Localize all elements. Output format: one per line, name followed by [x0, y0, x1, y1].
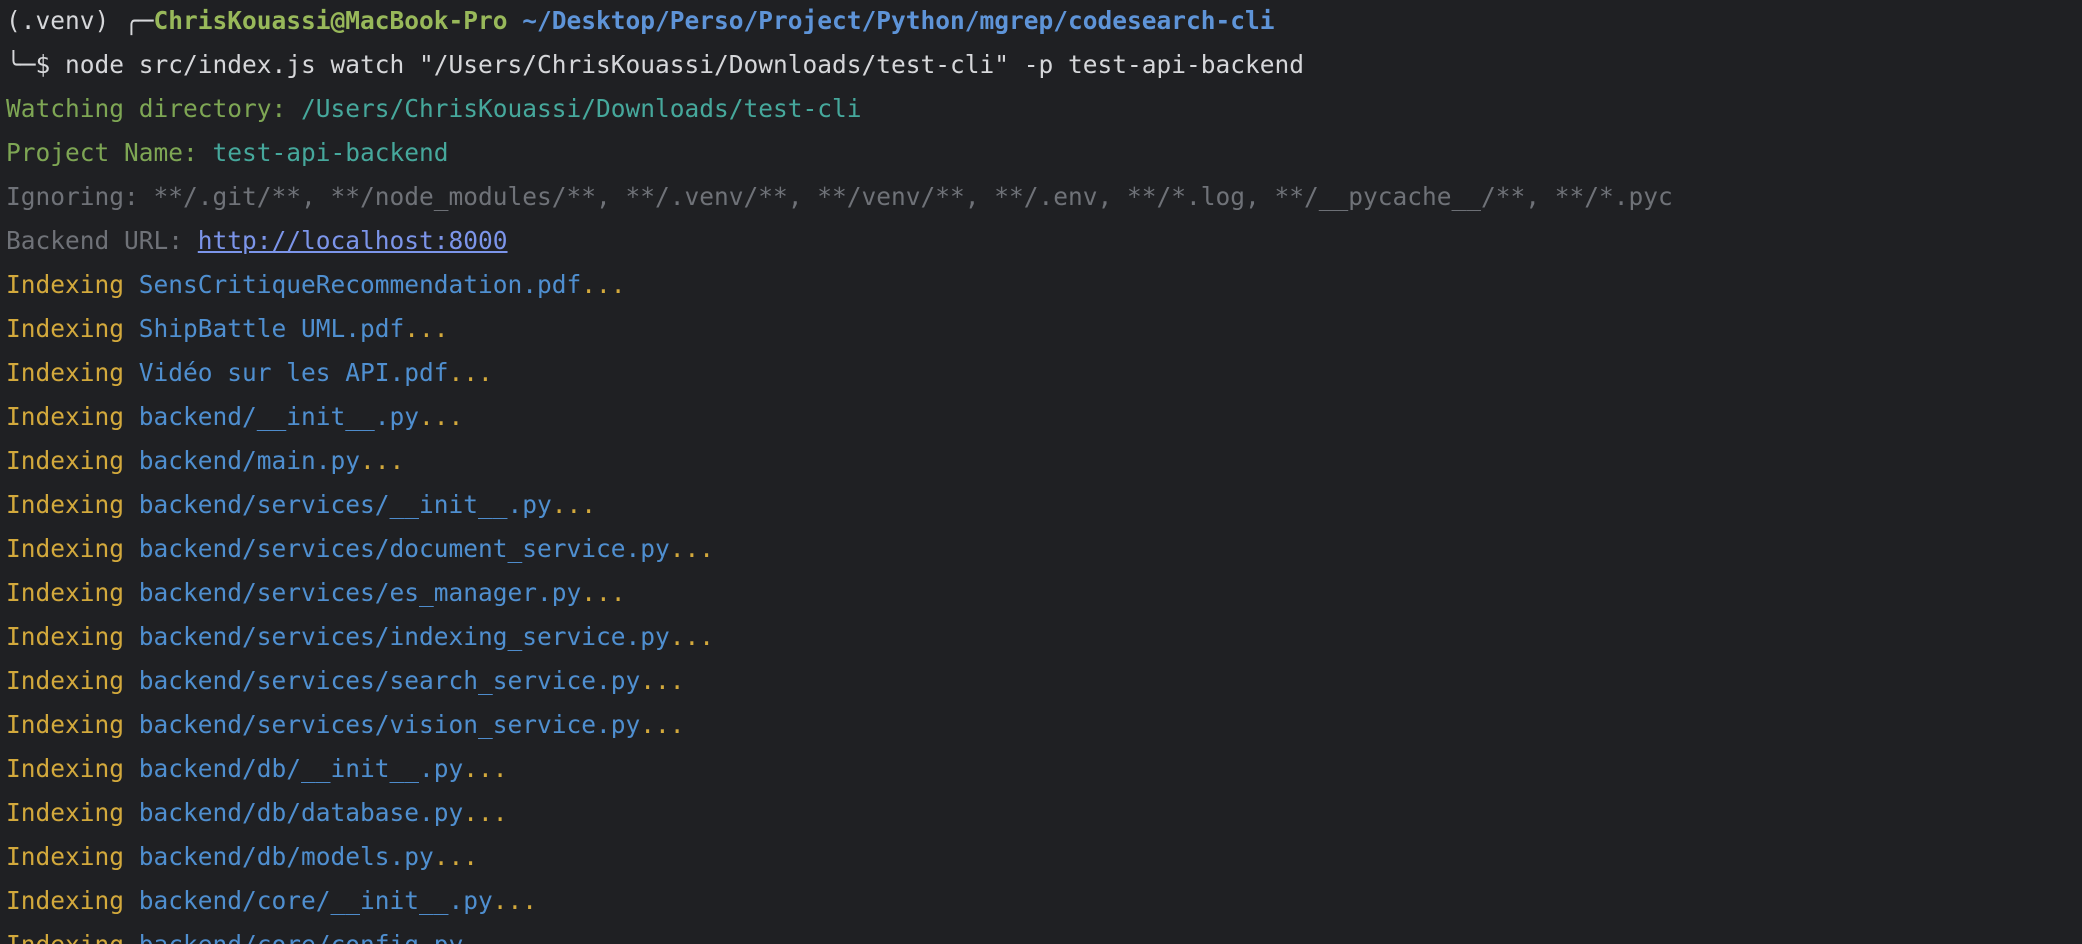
indexing-suffix: ... [419, 402, 464, 431]
indexing-file: backend/main.py [138, 446, 361, 475]
indexing-prefix: Indexing [6, 358, 139, 387]
watching-value: /Users/ChrisKouassi/Downloads/test-cli [301, 94, 862, 123]
indexing-row: Indexing backend/db/database.py... [6, 794, 2082, 838]
indexing-file: backend/core/config.py [139, 930, 464, 944]
indexing-prefix: Indexing [6, 754, 139, 783]
indexing-row: Indexing SensCritiqueRecommendation.pdf.… [6, 266, 2082, 310]
backend-line: Backend URL: http://localhost:8000 [6, 222, 2082, 266]
command-line: ╰─$ node src/index.js watch "/Users/Chri… [6, 46, 2082, 90]
indexing-file: backend/services/__init__.py [138, 490, 552, 519]
prompt-line: (.venv) ╭─ChrisKouassi@MacBook-Pro ~/Des… [6, 2, 2082, 46]
indexing-list: Indexing SensCritiqueRecommendation.pdf.… [6, 266, 2082, 944]
indexing-suffix: ... [551, 490, 597, 519]
indexing-prefix: Indexing [6, 314, 139, 343]
indexing-prefix: Indexing [6, 270, 139, 299]
indexing-prefix: Indexing [6, 886, 139, 915]
indexing-prefix: Indexing [6, 930, 139, 944]
user-host: ChrisKouassi@MacBook-Pro [153, 6, 508, 35]
indexing-suffix: ... [669, 534, 715, 563]
indexing-suffix: ... [669, 622, 715, 651]
indexing-suffix: ... [581, 270, 626, 299]
indexing-prefix: Indexing [6, 798, 139, 827]
indexing-suffix: ... [463, 798, 508, 827]
indexing-row: Indexing backend/services/indexing_servi… [6, 618, 2082, 662]
prompt-symbol: $ [35, 50, 66, 79]
indexing-file: backend/db/__init__.py [138, 754, 464, 783]
indexing-suffix: ... [463, 930, 507, 944]
indexing-suffix: ... [463, 754, 508, 783]
indexing-row: Indexing backend/core/config.py... [6, 926, 2082, 944]
indexing-file: backend/services/es_manager.py [138, 578, 582, 607]
indexing-row: Indexing backend/db/models.py... [6, 838, 2082, 882]
indexing-suffix: ... [492, 886, 538, 915]
indexing-suffix: ... [581, 578, 626, 607]
indexing-row: Indexing Vidéo sur les API.pdf... [6, 354, 2082, 398]
prompt-corner-bottom: ╰─ [6, 50, 36, 79]
backend-label: Backend URL: [6, 226, 198, 255]
backend-url-link[interactable]: http://localhost:8000 [198, 226, 508, 255]
indexing-prefix: Indexing [6, 490, 139, 519]
indexing-file: backend/services/search_service.py [138, 666, 641, 695]
indexing-prefix: Indexing [6, 710, 139, 739]
indexing-row: Indexing backend/services/document_servi… [6, 530, 2082, 574]
indexing-file: SensCritiqueRecommendation.pdf [138, 270, 582, 299]
indexing-suffix: ... [433, 842, 479, 871]
watching-line: Watching directory: /Users/ChrisKouassi/… [6, 90, 2082, 134]
indexing-row: Indexing backend/__init__.py... [6, 398, 2082, 442]
indexing-prefix: Indexing [6, 666, 139, 695]
prompt-corner-top: ╭─ [124, 6, 154, 35]
indexing-row: Indexing backend/services/__init__.py... [6, 486, 2082, 530]
indexing-file: backend/core/__init__.py [138, 886, 493, 915]
indexing-prefix: Indexing [6, 842, 139, 871]
indexing-file: backend/services/vision_service.py [138, 710, 641, 739]
indexing-row: Indexing backend/services/vision_service… [6, 706, 2082, 750]
indexing-file: backend/services/document_service.py [138, 534, 670, 563]
indexing-prefix: Indexing [6, 402, 139, 431]
indexing-file: backend/services/indexing_service.py [138, 622, 670, 651]
watching-label: Watching directory: [6, 94, 302, 123]
indexing-prefix: Indexing [6, 578, 139, 607]
indexing-file: backend/__init__.py [138, 402, 420, 431]
indexing-prefix: Indexing [6, 622, 139, 651]
indexing-prefix: Indexing [6, 446, 139, 475]
indexing-suffix: ... [404, 314, 449, 343]
indexing-file: backend/db/models.py [138, 842, 434, 871]
project-label: Project Name: [6, 138, 213, 167]
indexing-prefix: Indexing [6, 534, 139, 563]
terminal-output: (.venv) ╭─ChrisKouassi@MacBook-Pro ~/Des… [6, 2, 2082, 944]
current-directory: ~/Desktop/Perso/Project/Python/mgrep/cod… [507, 6, 1275, 35]
indexing-row: Indexing backend/core/__init__.py... [6, 882, 2082, 926]
indexing-row: Indexing backend/services/es_manager.py.… [6, 574, 2082, 618]
indexing-row: Indexing backend/services/search_service… [6, 662, 2082, 706]
indexing-row: Indexing backend/main.py... [6, 442, 2082, 486]
indexing-file: ShipBattle UML.pdf [138, 314, 405, 343]
indexing-row: Indexing backend/db/__init__.py... [6, 750, 2082, 794]
project-value: test-api-backend [212, 138, 449, 167]
indexing-suffix: ... [360, 446, 405, 475]
indexing-row: Indexing ShipBattle UML.pdf... [6, 310, 2082, 354]
indexing-suffix: ... [640, 710, 685, 739]
indexing-suffix: ... [448, 358, 493, 387]
indexing-file: backend/db/database.py [138, 798, 464, 827]
project-line: Project Name: test-api-backend [6, 134, 2082, 178]
command-text[interactable]: node src/index.js watch "/Users/ChrisKou… [65, 50, 1304, 79]
indexing-suffix: ... [640, 666, 685, 695]
indexing-file: Vidéo sur les API.pdf [138, 358, 449, 387]
ignoring-line: Ignoring: **/.git/**, **/node_modules/**… [6, 182, 1673, 211]
terminal-window[interactable]: (.venv) ╭─ChrisKouassi@MacBook-Pro ~/Des… [0, 0, 2082, 944]
venv-indicator: (.venv) [6, 6, 125, 35]
